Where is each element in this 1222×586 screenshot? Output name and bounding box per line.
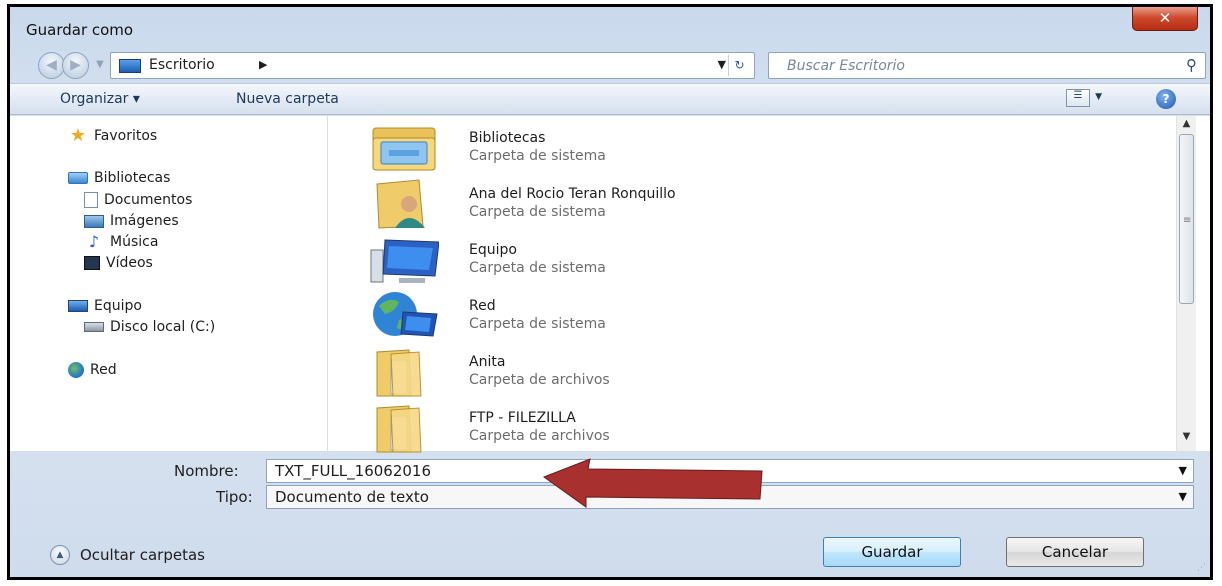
recent-locations-dropdown-icon[interactable]: ▼ (96, 59, 104, 70)
file-type: Carpeta de sistema (469, 148, 606, 164)
file-list: Bibliotecas Carpeta de sistema Ana del R… (329, 116, 1169, 453)
file-name: Ana del Rocio Teran Ronquillo (469, 186, 676, 202)
sidebar-item-label: Vídeos (106, 255, 153, 271)
scroll-down-icon[interactable]: ▼ (1177, 431, 1196, 449)
sidebar-item-music[interactable]: ♪ Música (84, 232, 159, 251)
save-as-dialog: Guardar como ✕ ◀ ▶ ▼ Escritorio ▶ ▼ ↻ Bu… (7, 4, 1213, 580)
list-item[interactable]: Ana del Rocio Teran Ronquillo Carpeta de… (369, 176, 1129, 232)
hide-folders-label: Ocultar carpetas (80, 546, 205, 564)
new-folder-button[interactable]: Nueva carpeta (236, 91, 339, 107)
vertical-scrollbar[interactable]: ▲ ≡ ▼ (1176, 116, 1196, 451)
cancel-button[interactable]: Cancelar (1006, 537, 1144, 567)
computer-icon (68, 300, 88, 312)
file-name: Anita (469, 354, 506, 370)
user-folder-icon (376, 179, 425, 229)
sidebar-item-favorites[interactable]: ★ Favoritos (68, 125, 158, 146)
filetype-label: Tipo: (216, 488, 253, 506)
filename-dropdown-icon[interactable]: ▼ (1179, 460, 1187, 482)
list-item[interactable]: FTP - FILEZILLA Carpeta de archivos (369, 400, 1129, 456)
save-button[interactable]: Guardar (823, 537, 961, 567)
video-icon (84, 256, 100, 270)
sidebar-item-computer[interactable]: Equipo (68, 298, 142, 314)
views-dropdown-icon[interactable]: ▼ (1095, 92, 1102, 102)
desktop-icon (119, 59, 141, 73)
sidebar-item-label: Equipo (94, 298, 142, 314)
document-icon (84, 192, 98, 208)
file-type: Carpeta de archivos (469, 428, 610, 444)
file-name: Red (469, 298, 496, 314)
main-area: ★ Favoritos Bibliotecas Documentos Imáge… (10, 116, 1210, 453)
navigation-pane: ★ Favoritos Bibliotecas Documentos Imáge… (10, 116, 328, 451)
refresh-button[interactable]: ↻ (728, 55, 750, 76)
sidebar-item-label: Música (110, 234, 159, 250)
libraries-icon (68, 172, 88, 184)
filetype-dropdown-icon[interactable]: ▼ (1179, 486, 1187, 508)
title-bar: Guardar como ✕ (10, 7, 1210, 47)
sidebar-item-videos[interactable]: Vídeos (84, 255, 153, 271)
file-name: Equipo (469, 242, 517, 258)
music-icon: ♪ (88, 232, 100, 251)
sidebar-item-label: Imágenes (110, 213, 179, 229)
sidebar-item-label: Documentos (104, 192, 193, 208)
organize-button[interactable]: Organizar ▾ (60, 91, 140, 107)
list-item[interactable]: Anita Carpeta de archivos (369, 344, 1129, 400)
scrollbar-thumb[interactable]: ≡ (1179, 134, 1194, 304)
sidebar-item-label: Favoritos (94, 128, 158, 144)
disk-icon (84, 322, 104, 332)
navigation-bar: ◀ ▶ ▼ Escritorio ▶ ▼ ↻ Buscar Escritorio… (10, 49, 1210, 81)
sidebar-item-local-disk[interactable]: Disco local (C:) (84, 319, 215, 335)
image-icon (84, 214, 104, 228)
sidebar-item-libraries[interactable]: Bibliotecas (68, 170, 170, 186)
file-type: Carpeta de sistema (469, 316, 606, 332)
collapse-icon: ▲ (50, 545, 70, 565)
file-type: Carpeta de sistema (469, 204, 606, 220)
star-icon: ★ (69, 125, 87, 146)
views-icon[interactable]: ☰ (1066, 89, 1090, 107)
grip-icon: ≡ (1183, 215, 1192, 226)
file-name: FTP - FILEZILLA (469, 410, 576, 426)
address-location[interactable]: Escritorio (149, 57, 215, 73)
list-item[interactable]: Bibliotecas Carpeta de sistema (369, 120, 1129, 176)
libraries-folder-icon (372, 127, 436, 171)
dialog-title: Guardar como (26, 21, 134, 39)
sidebar-item-label: Bibliotecas (94, 170, 171, 186)
forward-button[interactable]: ▶ (62, 52, 89, 79)
search-placeholder: Buscar Escritorio (787, 58, 906, 74)
back-arrow-icon: ◀ (46, 57, 57, 73)
network-icon (373, 292, 438, 337)
file-type: Carpeta de archivos (469, 372, 610, 388)
breadcrumb-chevron-icon[interactable]: ▶ (259, 58, 267, 71)
filetype-value: Documento de texto (275, 488, 429, 506)
computer-icon (370, 239, 439, 283)
address-bar[interactable]: Escritorio ▶ ▼ ↻ (110, 52, 755, 79)
folder-icon (376, 349, 422, 397)
search-input[interactable]: Buscar Escritorio ⚲ (768, 52, 1206, 79)
search-icon[interactable]: ⚲ (1186, 56, 1197, 74)
help-icon[interactable]: ? (1156, 89, 1176, 109)
filename-value[interactable]: TXT_FULL_16062016 (275, 462, 431, 480)
forward-arrow-icon: ▶ (70, 57, 81, 73)
sidebar-item-documents[interactable]: Documentos (84, 192, 192, 208)
hide-folders-button[interactable]: ▲ Ocultar carpetas (50, 545, 205, 565)
network-icon (68, 362, 84, 378)
file-name: Bibliotecas (469, 130, 546, 146)
address-dropdown-icon[interactable]: ▼ (718, 58, 726, 71)
list-item[interactable]: Equipo Carpeta de sistema (369, 232, 1129, 288)
folder-icon (376, 405, 422, 453)
file-type: Carpeta de sistema (469, 260, 606, 276)
sidebar-item-label: Disco local (C:) (110, 319, 216, 335)
sidebar-item-label: Red (90, 362, 117, 378)
back-button[interactable]: ◀ (38, 52, 65, 79)
toolbar: Organizar ▾ Nueva carpeta ☰ ▼ ? (10, 83, 1210, 115)
sidebar-item-network[interactable]: Red (68, 362, 117, 378)
filename-label: Nombre: (174, 462, 239, 480)
annotation-arrow (542, 458, 763, 508)
list-item[interactable]: Red Carpeta de sistema (369, 288, 1129, 344)
close-button[interactable]: ✕ (1132, 7, 1198, 31)
resize-grip-icon[interactable]: ⋰ (1197, 563, 1206, 573)
sidebar-item-images[interactable]: Imágenes (84, 213, 179, 229)
